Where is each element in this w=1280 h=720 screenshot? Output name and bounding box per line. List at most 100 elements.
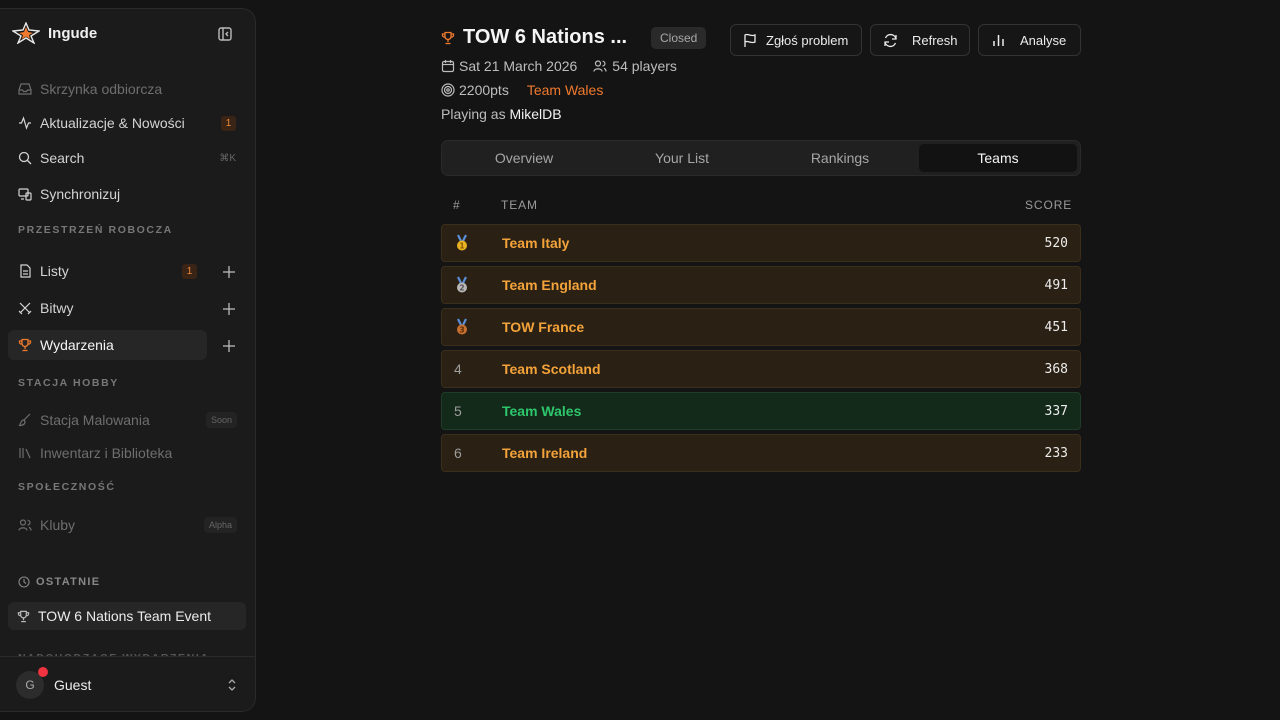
- target-icon: [441, 83, 455, 97]
- swords-icon: [18, 301, 32, 315]
- sidebar-item-updates[interactable]: Aktualizacje & Nowości 1: [8, 108, 246, 138]
- event-tabs: Overview Your List Rankings Teams: [441, 140, 1081, 176]
- tab-your-list[interactable]: Your List: [603, 144, 761, 172]
- trophy-icon: [18, 338, 32, 352]
- svg-text:1: 1: [459, 241, 464, 250]
- sidebar-item-inbox[interactable]: Skrzynka odbiorcza: [8, 74, 246, 104]
- users-icon: [593, 59, 608, 73]
- table-row[interactable]: 4 Team Scotland 368: [441, 350, 1081, 388]
- col-header-team: TEAM: [501, 198, 538, 212]
- chevrons-up-down-icon: [226, 678, 238, 692]
- team-name[interactable]: TOW France: [502, 309, 584, 345]
- sidebar-item-label: Bitwy: [40, 300, 74, 316]
- add-battle-button[interactable]: [220, 300, 238, 318]
- plus-icon: [223, 340, 235, 352]
- notification-dot: [38, 667, 48, 677]
- updates-count-badge: 1: [221, 115, 236, 131]
- refresh-button[interactable]: Refresh: [870, 24, 970, 56]
- sidebar-item-label: Listy: [40, 263, 69, 279]
- brand[interactable]: Ingude: [12, 21, 97, 45]
- event-meta: Sat 21 March 2026 54 players: [441, 58, 689, 74]
- team-name[interactable]: Team Ireland: [502, 435, 587, 471]
- team-score: 233: [1044, 445, 1068, 461]
- list-icon: [18, 264, 32, 278]
- sidebar-item-events[interactable]: Wydarzenia: [8, 330, 207, 360]
- report-problem-button[interactable]: Zgłoś problem: [730, 24, 862, 56]
- player-name[interactable]: MikelDB: [509, 106, 561, 122]
- page-title: TOW 6 Nations ...: [463, 26, 628, 48]
- table-row[interactable]: 3 TOW France 451: [441, 308, 1081, 346]
- recent-item-event[interactable]: TOW 6 Nations Team Event: [8, 602, 246, 630]
- sidebar-item-label: Kluby: [40, 517, 76, 533]
- event-players-text: 54 players: [612, 58, 677, 74]
- team-name[interactable]: Team Italy: [502, 225, 569, 261]
- refresh-label: Refresh: [912, 32, 958, 48]
- plus-icon: [223, 266, 235, 278]
- sidebar-item-painting[interactable]: Stacja Malowania Soon: [8, 405, 246, 435]
- plus-icon: [223, 303, 235, 315]
- trophy-icon: [17, 610, 30, 623]
- team-name[interactable]: Team Scotland: [502, 351, 601, 387]
- team-rank: 6: [454, 445, 462, 461]
- inbox-icon: [18, 82, 32, 96]
- tab-teams[interactable]: Teams: [919, 144, 1077, 172]
- table-row[interactable]: 2 Team England 491: [441, 266, 1081, 304]
- col-header-score: SCORE: [1025, 198, 1073, 212]
- team-name[interactable]: Team Wales: [502, 393, 581, 429]
- brand-name: Ingude: [48, 24, 98, 42]
- sidebar-item-label: Search: [40, 150, 85, 166]
- calendar-icon: [441, 59, 455, 73]
- team-score: 451: [1044, 319, 1068, 335]
- search-icon: [18, 151, 32, 165]
- collapse-sidebar-button[interactable]: [214, 23, 236, 45]
- user-menu[interactable]: G Guest: [0, 656, 255, 711]
- recent-item-label: TOW 6 Nations Team Event: [38, 608, 211, 624]
- event-date: Sat 21 March 2026: [441, 58, 577, 74]
- search-shortcut: ⌘K: [219, 152, 236, 164]
- team-score: 491: [1044, 277, 1068, 293]
- sidebar-item-lists[interactable]: Listy 1: [8, 256, 207, 286]
- workspace-section-label: PRZESTRZEŃ ROBOCZA: [18, 224, 173, 236]
- trophy-icon: [441, 31, 455, 45]
- clock-icon: [18, 576, 30, 588]
- sidebar: Ingude Skrzynka odbiorcza Aktualizacje &…: [0, 8, 256, 712]
- sidebar-item-label: Skrzynka odbiorcza: [40, 81, 163, 97]
- analyse-label: Analyse: [1020, 32, 1067, 48]
- sidebar-item-library[interactable]: Inwentarz i Biblioteka: [8, 438, 246, 468]
- event-meta-2: 2200pts Team Wales: [441, 82, 603, 98]
- community-section-label: SPOŁECZNOŚĆ: [18, 481, 116, 493]
- sidebar-item-sync[interactable]: Synchronizuj: [8, 179, 246, 209]
- sidebar-item-label: Inwentarz i Biblioteka: [40, 445, 173, 461]
- playing-as-prefix: Playing as: [441, 106, 506, 122]
- sidebar-item-search[interactable]: Search ⌘K: [8, 143, 246, 173]
- brush-icon: [18, 413, 32, 427]
- svg-text:3: 3: [459, 325, 464, 334]
- table-row[interactable]: 6 Team Ireland 233: [441, 434, 1081, 472]
- bronze-medal-icon: 3: [454, 309, 470, 345]
- tab-overview[interactable]: Overview: [445, 144, 603, 172]
- table-row-my-team[interactable]: 5 Team Wales 337: [441, 392, 1081, 430]
- event-header: TOW 6 Nations ...: [441, 26, 627, 49]
- add-list-button[interactable]: [220, 263, 238, 281]
- sidebar-item-label: Stacja Malowania: [40, 412, 150, 428]
- team-name[interactable]: Team England: [502, 267, 597, 303]
- silver-medal-icon: 2: [454, 267, 470, 303]
- tab-rankings[interactable]: Rankings: [761, 144, 919, 172]
- sidebar-item-label: Wydarzenia: [40, 337, 114, 353]
- my-team-link[interactable]: Team Wales: [527, 82, 604, 98]
- library-icon: [18, 446, 32, 460]
- avatar: G: [16, 667, 48, 699]
- gold-medal-icon: 1: [454, 225, 470, 261]
- avatar-initial: G: [25, 678, 35, 692]
- table-row[interactable]: 1 Team Italy 520: [441, 224, 1081, 262]
- sidebar-item-battles[interactable]: Bitwy: [8, 293, 207, 323]
- refresh-icon: [883, 33, 898, 48]
- lists-count-badge: 1: [182, 263, 197, 279]
- sidebar-item-clubs[interactable]: Kluby Alpha: [8, 510, 246, 540]
- hobby-section-label: STACJA HOBBY: [18, 377, 119, 389]
- add-event-button[interactable]: [220, 337, 238, 355]
- analyse-button[interactable]: Analyse: [978, 24, 1081, 56]
- event-points: 2200pts: [459, 82, 509, 98]
- flag-icon: [743, 33, 758, 48]
- status-badge: Closed: [651, 27, 707, 49]
